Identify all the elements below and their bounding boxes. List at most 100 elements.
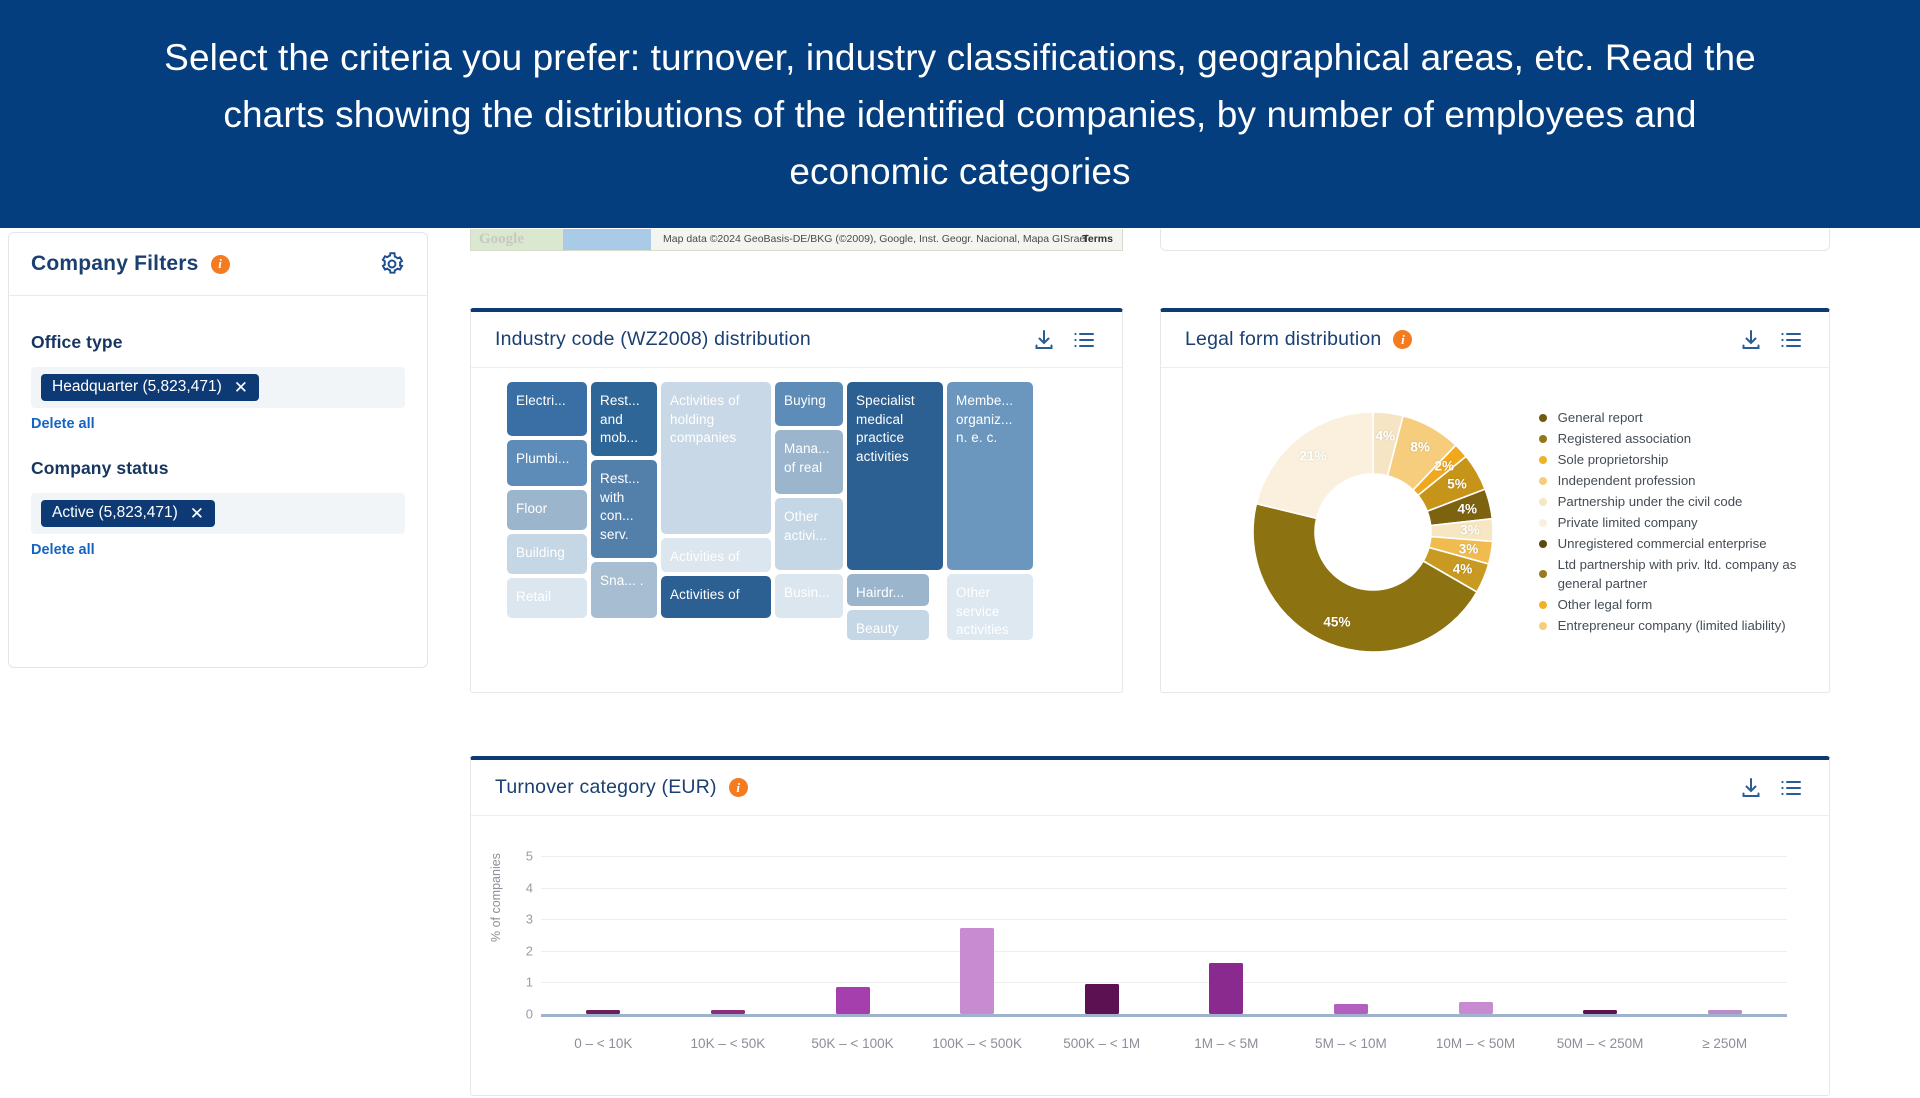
download-icon[interactable] bbox=[1032, 328, 1056, 352]
legend-item[interactable]: Sole proprietorship bbox=[1538, 450, 1829, 469]
treemap-tile[interactable]: Floor bbox=[507, 490, 587, 530]
bar-chart: % of companies 0 1 2 3 4 5 0 – < 10K 10K – < 50… bbox=[471, 816, 1829, 1098]
close-icon[interactable]: ✕ bbox=[234, 379, 248, 396]
treemap-tile[interactable]: Electri... bbox=[507, 382, 587, 436]
bar[interactable] bbox=[1583, 1009, 1618, 1014]
info-icon[interactable]: i bbox=[210, 254, 230, 274]
close-icon[interactable]: ✕ bbox=[190, 505, 204, 522]
delete-all-company-status[interactable]: Delete all bbox=[31, 542, 95, 558]
treemap-tile[interactable]: Beauty bbox=[847, 610, 929, 640]
legend-label: General report bbox=[1557, 410, 1643, 425]
filter-group-office-type: Office type Headquarter (5,823,471) ✕ De… bbox=[31, 332, 405, 458]
map-panel[interactable]: Google Map data ©2024 GeoBasis-DE/BKG (©… bbox=[470, 229, 1123, 251]
legend-item[interactable]: General report bbox=[1538, 408, 1829, 427]
treemap-tile[interactable]: Retail bbox=[507, 578, 587, 618]
donut-slice-label: 4% bbox=[1375, 428, 1396, 444]
bar[interactable] bbox=[710, 1010, 745, 1014]
list-view-icon[interactable] bbox=[1072, 328, 1096, 352]
treemap-tile[interactable]: Other activi... bbox=[775, 498, 843, 570]
filter-chip-active[interactable]: Active (5,823,471) ✕ bbox=[41, 500, 216, 527]
bar[interactable] bbox=[1084, 983, 1119, 1014]
download-icon[interactable] bbox=[1739, 776, 1763, 800]
treemap-tile[interactable]: Building bbox=[507, 534, 587, 574]
bar[interactable] bbox=[1707, 1010, 1742, 1014]
map-terms-link[interactable]: Terms bbox=[1082, 233, 1113, 245]
legend-color-swatch bbox=[1538, 621, 1547, 630]
donut-slice-label: 4% bbox=[1452, 561, 1473, 577]
card-actions bbox=[1032, 328, 1096, 352]
treemap-tile[interactable]: Activities of holding companies bbox=[661, 382, 771, 534]
legend-label: Other legal form bbox=[1557, 597, 1653, 612]
treemap-tile[interactable]: Specialist medical practice activities bbox=[847, 382, 943, 570]
legend-item[interactable]: Private limited company bbox=[1538, 513, 1829, 532]
donut-slice[interactable] bbox=[1255, 411, 1374, 520]
legend-color-swatch bbox=[1538, 434, 1547, 443]
page-title: Company Filters bbox=[31, 252, 199, 275]
legend-item[interactable]: Ltd partnership with priv. ltd. company … bbox=[1538, 555, 1829, 593]
map-attribution-text: Map data ©2024 GeoBasis-DE/BKG (©2009), … bbox=[663, 233, 1088, 245]
legend-item[interactable]: Unregistered commercial enterprise bbox=[1538, 534, 1829, 553]
legend-color-swatch bbox=[1538, 570, 1547, 578]
gridline bbox=[541, 856, 1787, 857]
card-title: Turnover category (EUR) bbox=[495, 776, 717, 798]
filter-chip-headquarter[interactable]: Headquarter (5,823,471) ✕ bbox=[41, 374, 260, 401]
legend-color-swatch bbox=[1538, 413, 1547, 422]
treemap-chart: Electri... Plumbi... Floor Building Retail Re… bbox=[471, 368, 1122, 697]
treemap-tile[interactable]: Rest... with con... serv. bbox=[591, 460, 657, 558]
bar[interactable] bbox=[1209, 962, 1244, 1014]
card-header: Industry code (WZ2008) distribution bbox=[471, 312, 1122, 368]
list-view-icon[interactable] bbox=[1779, 776, 1803, 800]
x-axis-tick-label: 10K – < 50K bbox=[690, 1036, 766, 1051]
banner-text: Select the criteria you prefer: turnover… bbox=[164, 36, 1756, 192]
y-axis-tick-label: 3 bbox=[525, 911, 533, 927]
bar[interactable] bbox=[1458, 1002, 1493, 1014]
legend-color-swatch bbox=[1538, 455, 1547, 464]
x-axis-tick-label: 50K – < 100K bbox=[811, 1036, 894, 1051]
legend-item[interactable]: Other legal form bbox=[1538, 595, 1829, 614]
legend-color-swatch bbox=[1538, 539, 1547, 548]
legend-color-swatch bbox=[1538, 600, 1547, 609]
delete-all-office-type[interactable]: Delete all bbox=[31, 416, 95, 432]
employees-chart-panel-cutoff bbox=[1160, 229, 1830, 251]
filter-group-label: Office type bbox=[31, 332, 123, 352]
company-filters-header: Company Filters i bbox=[9, 233, 427, 296]
treemap-tile[interactable]: Sna... . bbox=[591, 562, 657, 618]
treemap-tile[interactable]: Hairdr... bbox=[847, 574, 929, 606]
industry-code-distribution-card: Industry code (WZ2008) distribution Elec… bbox=[470, 308, 1123, 693]
list-view-icon[interactable] bbox=[1779, 328, 1803, 352]
treemap-tile[interactable]: Rest... and mob... bbox=[591, 382, 657, 456]
treemap-tile[interactable]: Mana... of real bbox=[775, 430, 843, 494]
legend-item[interactable]: Partnership under the civil code bbox=[1538, 492, 1829, 511]
legend-item[interactable]: Entrepreneur company (limited liability) bbox=[1538, 616, 1829, 635]
legend-item[interactable]: Independent profession bbox=[1538, 471, 1829, 490]
legend-label: Registered association bbox=[1557, 431, 1692, 446]
x-axis-tick-label: 5M – < 10M bbox=[1315, 1036, 1387, 1051]
legend-label: Entrepreneur company (limited liability) bbox=[1557, 618, 1786, 633]
y-axis-tick-label: 1 bbox=[525, 974, 533, 990]
treemap-tile[interactable]: Buying bbox=[775, 382, 843, 426]
bar[interactable] bbox=[960, 928, 995, 1014]
legend-item[interactable]: Registered association bbox=[1538, 429, 1829, 448]
treemap-tile[interactable]: Busin... bbox=[775, 574, 843, 618]
filter-chip-label: Headquarter (5,823,471) bbox=[52, 378, 222, 395]
bar[interactable] bbox=[1333, 1003, 1368, 1014]
card-header: Legal form distribution i bbox=[1161, 312, 1829, 368]
download-icon[interactable] bbox=[1739, 328, 1763, 352]
treemap-tile[interactable]: Plumbi... bbox=[507, 440, 587, 486]
company-filters-body: Office type Headquarter (5,823,471) ✕ De… bbox=[9, 296, 427, 584]
bar[interactable] bbox=[586, 1010, 621, 1014]
donut-slice-label: 3% bbox=[1460, 522, 1480, 538]
legend-color-swatch bbox=[1538, 476, 1547, 485]
card-title: Legal form distribution bbox=[1185, 328, 1382, 350]
y-axis-tick-label: 4 bbox=[525, 880, 533, 896]
treemap-tile[interactable]: Activities of bbox=[661, 538, 771, 572]
treemap-tile[interactable]: Other service activities bbox=[947, 574, 1033, 640]
gear-icon[interactable] bbox=[379, 251, 405, 277]
bar[interactable] bbox=[835, 987, 870, 1014]
donut-slice-label: 5% bbox=[1447, 476, 1467, 491]
filter-chip-label: Active (5,823,471) bbox=[52, 504, 178, 521]
info-icon[interactable]: i bbox=[728, 778, 748, 797]
treemap-tile[interactable]: Activities of bbox=[661, 576, 771, 618]
treemap-tile[interactable]: Membe... organiz... n. e. c. bbox=[947, 382, 1033, 570]
info-icon[interactable]: i bbox=[1393, 330, 1413, 349]
